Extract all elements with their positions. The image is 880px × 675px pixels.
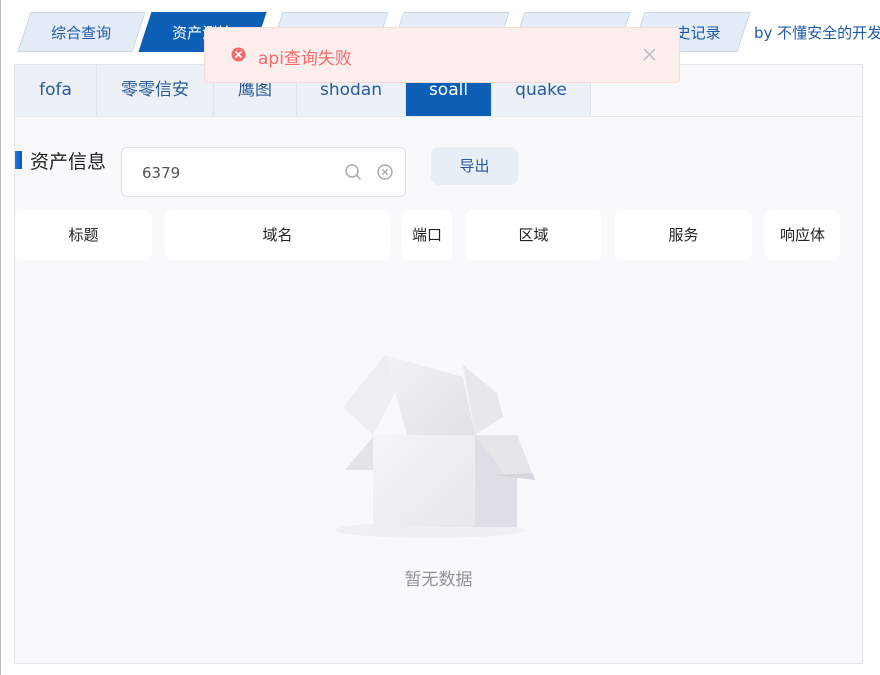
search-input[interactable] <box>140 162 334 184</box>
column-header-domain[interactable]: 域名 <box>165 210 390 260</box>
tab-lingling[interactable]: 零零信安 <box>97 65 214 116</box>
top-tab-label: 综合查询 <box>51 24 112 42</box>
top-tab-combined-query[interactable]: 综合查询 <box>17 12 146 52</box>
empty-box-icon <box>335 355 535 538</box>
alert-message: api查询失败 <box>258 49 352 69</box>
column-header-service[interactable]: 服务 <box>615 210 752 260</box>
asset-mapping-panel: fofa 零零信安 鹰图 shodan soall quake 资产信息 导出 … <box>14 64 863 664</box>
section-marker <box>15 151 22 169</box>
column-header-port[interactable]: 端口 <box>402 210 452 260</box>
tab-fofa[interactable]: fofa <box>15 65 97 116</box>
error-icon <box>231 47 246 62</box>
tabs-divider <box>15 116 862 117</box>
section-title: 资产信息 <box>30 151 107 173</box>
column-header-response-body[interactable]: 响应体 <box>765 210 840 260</box>
search-icon[interactable] <box>344 163 362 181</box>
window-left-border <box>0 0 1 675</box>
column-header-region[interactable]: 区域 <box>465 210 602 260</box>
search-field[interactable] <box>121 147 406 197</box>
author-byline: by 不懂安全的开发 <box>754 24 880 42</box>
close-icon[interactable] <box>643 48 656 61</box>
column-header-title[interactable]: 标题 <box>15 210 152 260</box>
empty-state-text: 暂无数据 <box>404 570 473 590</box>
error-alert: api查询失败 <box>204 27 680 83</box>
clear-icon[interactable] <box>376 163 394 181</box>
export-button[interactable]: 导出 <box>431 147 518 185</box>
